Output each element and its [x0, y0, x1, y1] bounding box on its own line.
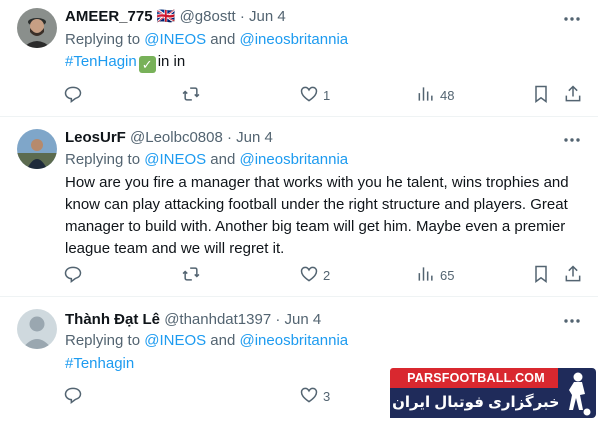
mention-link[interactable]: @INEOS — [144, 332, 206, 349]
like-button[interactable]: 3 — [299, 384, 330, 408]
hashtag-link[interactable]: #TenHagin — [65, 53, 137, 70]
share-upload-icon — [563, 264, 583, 287]
views-bar-chart-icon — [416, 84, 436, 107]
bookmark-icon — [531, 264, 551, 287]
player-silhouette-icon — [558, 368, 596, 418]
reply-bubble-icon — [63, 84, 83, 107]
timestamp[interactable]: Jun 4 — [285, 311, 322, 328]
views-button[interactable]: 48 — [416, 83, 454, 107]
tweet-header: LeosUrF @Leolbc0808 · Jun 4 — [65, 128, 558, 148]
hashtag-link[interactable]: #Tenhagin — [65, 355, 134, 372]
bookmark-button[interactable] — [531, 263, 551, 287]
separator: · — [239, 8, 245, 25]
mention-link[interactable]: @ineosbritannia — [240, 332, 349, 349]
tweet-header: Thành Đạt Lê @thanhdat1397 · Jun 4 — [65, 310, 558, 330]
replying-to: Replying to @INEOS and @ineosbritannia — [65, 331, 348, 351]
heart-icon — [299, 84, 319, 107]
avatar[interactable] — [17, 8, 57, 48]
watermark-logo: PARSFOOTBALL.COM خبرگزاری فوتبال ایران — [390, 368, 598, 422]
share-upload-icon — [563, 84, 583, 107]
retweet-button[interactable] — [181, 83, 205, 107]
tweet-header: AMEER_775 🇬🇧 @g8ostt · Jun 4 — [65, 7, 558, 27]
reply-bubble-icon — [63, 264, 83, 287]
tweet-1[interactable]: AMEER_775 🇬🇧 @g8ostt · Jun 4 Replying to… — [0, 0, 598, 117]
reply-bubble-icon — [63, 385, 83, 408]
avatar[interactable] — [17, 309, 57, 349]
reply-button[interactable] — [63, 263, 87, 287]
timestamp[interactable]: Jun 4 — [249, 8, 286, 25]
mention-link[interactable]: @INEOS — [144, 31, 206, 48]
like-button[interactable]: 2 — [299, 263, 330, 287]
reply-button[interactable] — [63, 83, 87, 107]
handle[interactable]: @g8ostt — [180, 8, 236, 25]
and-text: and — [210, 31, 236, 48]
share-button[interactable] — [563, 83, 583, 107]
replying-prefix: Replying to — [65, 332, 141, 349]
display-name[interactable]: AMEER_775 — [65, 8, 153, 25]
check-mark-icon: ✓ — [138, 56, 156, 73]
replying-prefix: Replying to — [65, 31, 141, 48]
mention-link[interactable]: @ineosbritannia — [240, 151, 349, 168]
retweet-icon — [181, 264, 201, 287]
avatar[interactable] — [17, 129, 57, 169]
handle[interactable]: @Leolbc0808 — [130, 129, 223, 146]
replying-to: Replying to @INEOS and @ineosbritannia — [65, 150, 348, 170]
retweet-icon — [181, 84, 201, 107]
flag-emoji: 🇬🇧 — [156, 8, 176, 25]
action-bar: 2 65 — [63, 263, 593, 287]
tweet-2[interactable]: LeosUrF @Leolbc0808 · Jun 4 Replying to … — [0, 117, 598, 297]
separator: · — [275, 311, 281, 328]
like-button[interactable]: 1 — [299, 83, 330, 107]
timestamp[interactable]: Jun 4 — [236, 129, 273, 146]
separator: · — [227, 129, 232, 146]
views-bar-chart-icon — [416, 264, 436, 287]
watermark-site: PARSFOOTBALL.COM — [390, 368, 562, 388]
retweet-button[interactable] — [181, 263, 205, 287]
display-name[interactable]: Thành Đạt Lê — [65, 311, 160, 328]
watermark-tagline: خبرگزاری فوتبال ایران — [390, 388, 562, 418]
mention-link[interactable]: @INEOS — [144, 151, 206, 168]
more-dots-icon[interactable] — [562, 130, 582, 150]
more-dots-icon[interactable] — [562, 9, 582, 29]
reply-button[interactable] — [63, 384, 87, 408]
heart-icon — [299, 264, 319, 287]
and-text: and — [210, 151, 236, 168]
and-text: and — [210, 332, 236, 349]
heart-icon — [299, 385, 319, 408]
bookmark-icon — [531, 84, 551, 107]
tweet-text: How are you fire a manager that works wi… — [65, 174, 569, 257]
action-bar: 1 48 — [63, 83, 593, 107]
display-name[interactable]: LeosUrF — [65, 129, 126, 146]
replying-to: Replying to @INEOS and @ineosbritannia — [65, 30, 348, 50]
tweet-text-suffix: in in — [157, 53, 186, 70]
tweet-text: #TenHagin ✓ in in — [65, 51, 585, 73]
share-button[interactable] — [563, 263, 583, 287]
views-button[interactable]: 65 — [416, 263, 454, 287]
mention-link[interactable]: @ineosbritannia — [240, 31, 349, 48]
bookmark-button[interactable] — [531, 83, 551, 107]
replying-prefix: Replying to — [65, 151, 141, 168]
handle[interactable]: @thanhdat1397 — [164, 311, 271, 328]
more-dots-icon[interactable] — [562, 311, 582, 331]
